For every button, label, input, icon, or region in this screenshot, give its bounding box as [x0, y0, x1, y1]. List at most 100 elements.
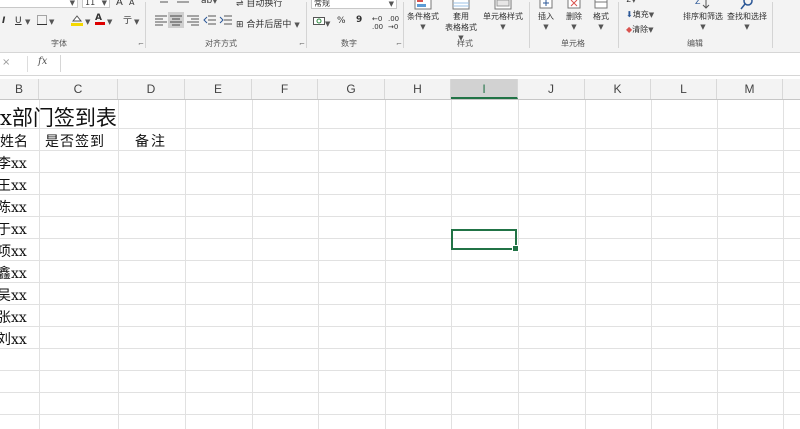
alignment-dialog-launcher-icon[interactable]: ⌐ — [299, 40, 305, 48]
number-format-combo[interactable]: 常规 ▼ — [311, 0, 397, 9]
column-gridline — [451, 100, 452, 429]
worksheet-grid[interactable]: x部门签到表 姓名 是否签到 备注 李xx 王xx 陈xx 于xx 项xx 鑫xx 吴xx 张… — [0, 100, 800, 429]
format-cells-button[interactable]: 格式 ▼ — [588, 0, 614, 31]
column-headers: BCDEFGHIJKLM — [0, 79, 800, 100]
name-cell[interactable]: 吴xx — [0, 285, 27, 305]
editing-group-label: 编辑 — [687, 39, 703, 48]
row-gridline — [0, 348, 800, 349]
find-select-button[interactable]: 查找和选择 ▼ — [724, 0, 770, 31]
column-header-j[interactable]: J — [518, 79, 585, 99]
column-gridline — [252, 100, 253, 429]
font-color-dropdown-icon[interactable]: ▼ — [107, 18, 112, 26]
border-dropdown-icon[interactable]: ▼ — [49, 18, 54, 26]
underline-button[interactable]: U — [15, 16, 22, 26]
fill-button[interactable]: ⬇填充▼ — [626, 9, 654, 20]
decrease-indent-icon[interactable] — [203, 14, 217, 29]
name-cell[interactable]: 鑫xx — [0, 263, 27, 283]
ribbon-separator — [618, 2, 619, 48]
align-middle-icon[interactable] — [176, 0, 190, 8]
insert-cells-icon — [539, 0, 553, 9]
phonetic-dropdown-icon[interactable]: ▼ — [134, 18, 139, 26]
name-cell[interactable]: 李xx — [0, 153, 27, 173]
column-header-d[interactable]: D — [118, 79, 185, 99]
fill-handle[interactable] — [512, 245, 519, 252]
conditional-formatting-button[interactable]: 条件格式 ▼ — [406, 0, 440, 31]
border-icon[interactable] — [37, 15, 47, 28]
fill-color-icon[interactable] — [71, 14, 83, 29]
italic-button[interactable]: I — [2, 16, 5, 26]
name-cell[interactable]: 项xx — [0, 241, 27, 261]
row-gridline — [0, 238, 800, 239]
row-gridline — [0, 392, 800, 393]
column-header-l[interactable]: L — [651, 79, 717, 99]
cancel-entry-icon[interactable]: × — [2, 57, 10, 68]
currency-button[interactable]: ▼ — [313, 16, 330, 29]
wrap-text-button[interactable]: ⇌ 自动换行 — [236, 0, 282, 9]
underline-dropdown-icon[interactable]: ▼ — [25, 18, 30, 26]
column-header-h[interactable]: H — [385, 79, 451, 99]
column-header-k[interactable]: K — [585, 79, 651, 99]
column-header-f[interactable]: F — [252, 79, 318, 99]
align-left-icon[interactable] — [154, 14, 168, 29]
column-header-m[interactable]: M — [717, 79, 783, 99]
row-gridline — [0, 150, 800, 151]
font-size-combo[interactable]: 11 ▼ — [82, 0, 110, 8]
name-cell[interactable]: 陈xx — [0, 197, 27, 217]
fill-down-icon: ⬇ — [626, 10, 633, 19]
fill-color-dropdown-icon[interactable]: ▼ — [85, 18, 90, 26]
number-group-label: 数字 — [341, 39, 357, 48]
shrink-font-button[interactable]: A — [129, 0, 134, 7]
column-header-i[interactable]: I — [451, 79, 518, 99]
column-gridline — [783, 100, 784, 429]
clear-button[interactable]: ◆清除▼ — [626, 24, 654, 35]
sheet-title-cell[interactable]: x部门签到表 — [0, 102, 117, 132]
header-signed-cell[interactable]: 是否签到 — [45, 131, 105, 151]
ribbon-separator — [772, 2, 773, 48]
align-center-icon[interactable] — [168, 12, 184, 28]
name-cell[interactable]: 张xx — [0, 307, 27, 327]
header-name-cell[interactable]: 姓名 — [0, 131, 28, 151]
merge-center-button[interactable]: ⊞ 合并后居中 ▼ — [236, 17, 300, 30]
insert-function-icon[interactable]: fx — [38, 56, 47, 67]
column-header-c[interactable]: C — [39, 79, 118, 99]
name-cell[interactable]: 刘xx — [0, 329, 27, 349]
column-gridline — [318, 100, 319, 429]
alignment-group-label: 对齐方式 — [205, 39, 237, 48]
column-header-b[interactable]: B — [0, 79, 39, 99]
row-gridline — [0, 282, 800, 283]
merge-center-icon: ⊞ — [236, 20, 244, 30]
insert-cells-button[interactable]: 插入 ▼ — [532, 0, 560, 31]
delete-cells-icon — [567, 0, 581, 9]
sort-filter-button[interactable]: Z 排序和筛选 ▼ — [682, 0, 724, 31]
selected-cell-cursor[interactable] — [451, 229, 519, 252]
font-color-button[interactable]: A — [95, 13, 105, 25]
row-gridline — [0, 326, 800, 327]
phonetic-icon[interactable]: 亍 — [122, 15, 132, 27]
name-cell[interactable]: 于xx — [0, 219, 27, 239]
cell-styles-icon — [494, 0, 512, 10]
decrease-decimal-icon[interactable]: .00 →0 — [388, 15, 399, 31]
percent-button[interactable]: % — [337, 16, 346, 26]
currency-icon — [313, 17, 325, 25]
ribbon-separator — [529, 2, 530, 48]
orientation-icon[interactable]: ab▼ — [201, 0, 218, 6]
align-right-icon[interactable] — [186, 14, 200, 29]
column-header-e[interactable]: E — [185, 79, 252, 99]
name-cell[interactable]: 王xx — [0, 175, 27, 195]
font-dialog-launcher-icon[interactable]: ⌐ — [138, 40, 144, 48]
number-dialog-launcher-icon[interactable]: ⌐ — [396, 40, 402, 48]
font-name-combo[interactable]: ▼ — [0, 0, 78, 8]
autosum-icon[interactable]: Σ▼ — [626, 0, 636, 4]
align-top-icon[interactable] — [157, 0, 171, 8]
increase-indent-icon[interactable] — [219, 14, 233, 29]
grow-font-button[interactable]: A — [116, 0, 123, 8]
formula-bar-separator — [27, 56, 28, 72]
comma-button[interactable]: 9 — [356, 15, 362, 25]
increase-decimal-icon[interactable]: ←0.00 — [372, 15, 383, 31]
cell-styles-button[interactable]: 单元格样式 ▼ — [481, 0, 525, 31]
format-as-table-button[interactable]: 套用 表格格式▼ — [443, 0, 479, 42]
formula-input[interactable] — [60, 55, 799, 72]
column-header-g[interactable]: G — [318, 79, 385, 99]
header-notes-cell[interactable]: 备注 — [135, 131, 167, 151]
delete-cells-button[interactable]: 删除 ▼ — [560, 0, 588, 31]
